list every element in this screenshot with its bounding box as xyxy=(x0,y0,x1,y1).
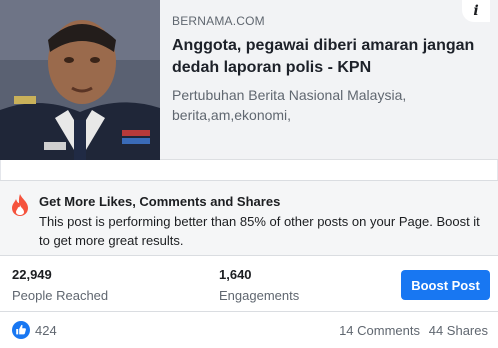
people-reached-label: People Reached xyxy=(12,288,109,303)
article-thumbnail[interactable] xyxy=(0,0,160,160)
like-count[interactable]: 424 xyxy=(35,323,57,338)
link-preview-card[interactable]: BERNAMA.COM Anggota, pegawai diberi amar… xyxy=(0,0,498,160)
people-reached-value: 22,949 xyxy=(12,267,52,282)
article-description-line-1: Pertubuhan Berita Nasional Malaysia, xyxy=(172,87,407,103)
shares-count[interactable]: 44 Shares xyxy=(429,323,488,338)
article-headline[interactable]: Anggota, pegawai diberi amaran jangan de… xyxy=(172,35,484,79)
card-spacer xyxy=(0,160,498,180)
officer-photo xyxy=(0,0,160,160)
boost-promo-banner: Get More Likes, Comments and Shares This… xyxy=(0,180,498,256)
engagements-label: Engagements xyxy=(219,288,300,303)
article-description: Pertubuhan Berita Nasional Malaysia, ber… xyxy=(172,85,484,125)
post-insights: 22,949 People Reached 1,640 Engagements … xyxy=(0,256,498,312)
promo-body: This post is performing better than 85% … xyxy=(39,214,480,248)
engagements-value: 1,640 xyxy=(219,267,252,282)
article-source: BERNAMA.COM xyxy=(172,14,265,28)
engagements-stat[interactable]: 1,640 Engagements xyxy=(219,267,299,303)
people-reached-stat[interactable]: 22,949 People Reached xyxy=(12,267,108,303)
article-description-line-2: berita,am,ekonomi, xyxy=(172,107,292,123)
comments-count[interactable]: 14 Comments xyxy=(339,323,420,338)
like-icon[interactable] xyxy=(12,321,30,339)
boost-post-button[interactable]: Boost Post xyxy=(401,270,490,300)
fire-icon xyxy=(12,194,28,216)
info-icon[interactable]: i xyxy=(462,0,490,22)
promo-title: Get More Likes, Comments and Shares xyxy=(39,194,281,209)
link-preview-text: BERNAMA.COM Anggota, pegawai diberi amar… xyxy=(172,14,484,125)
reactions-bar: 424 14 Comments 44 Shares xyxy=(0,312,498,348)
